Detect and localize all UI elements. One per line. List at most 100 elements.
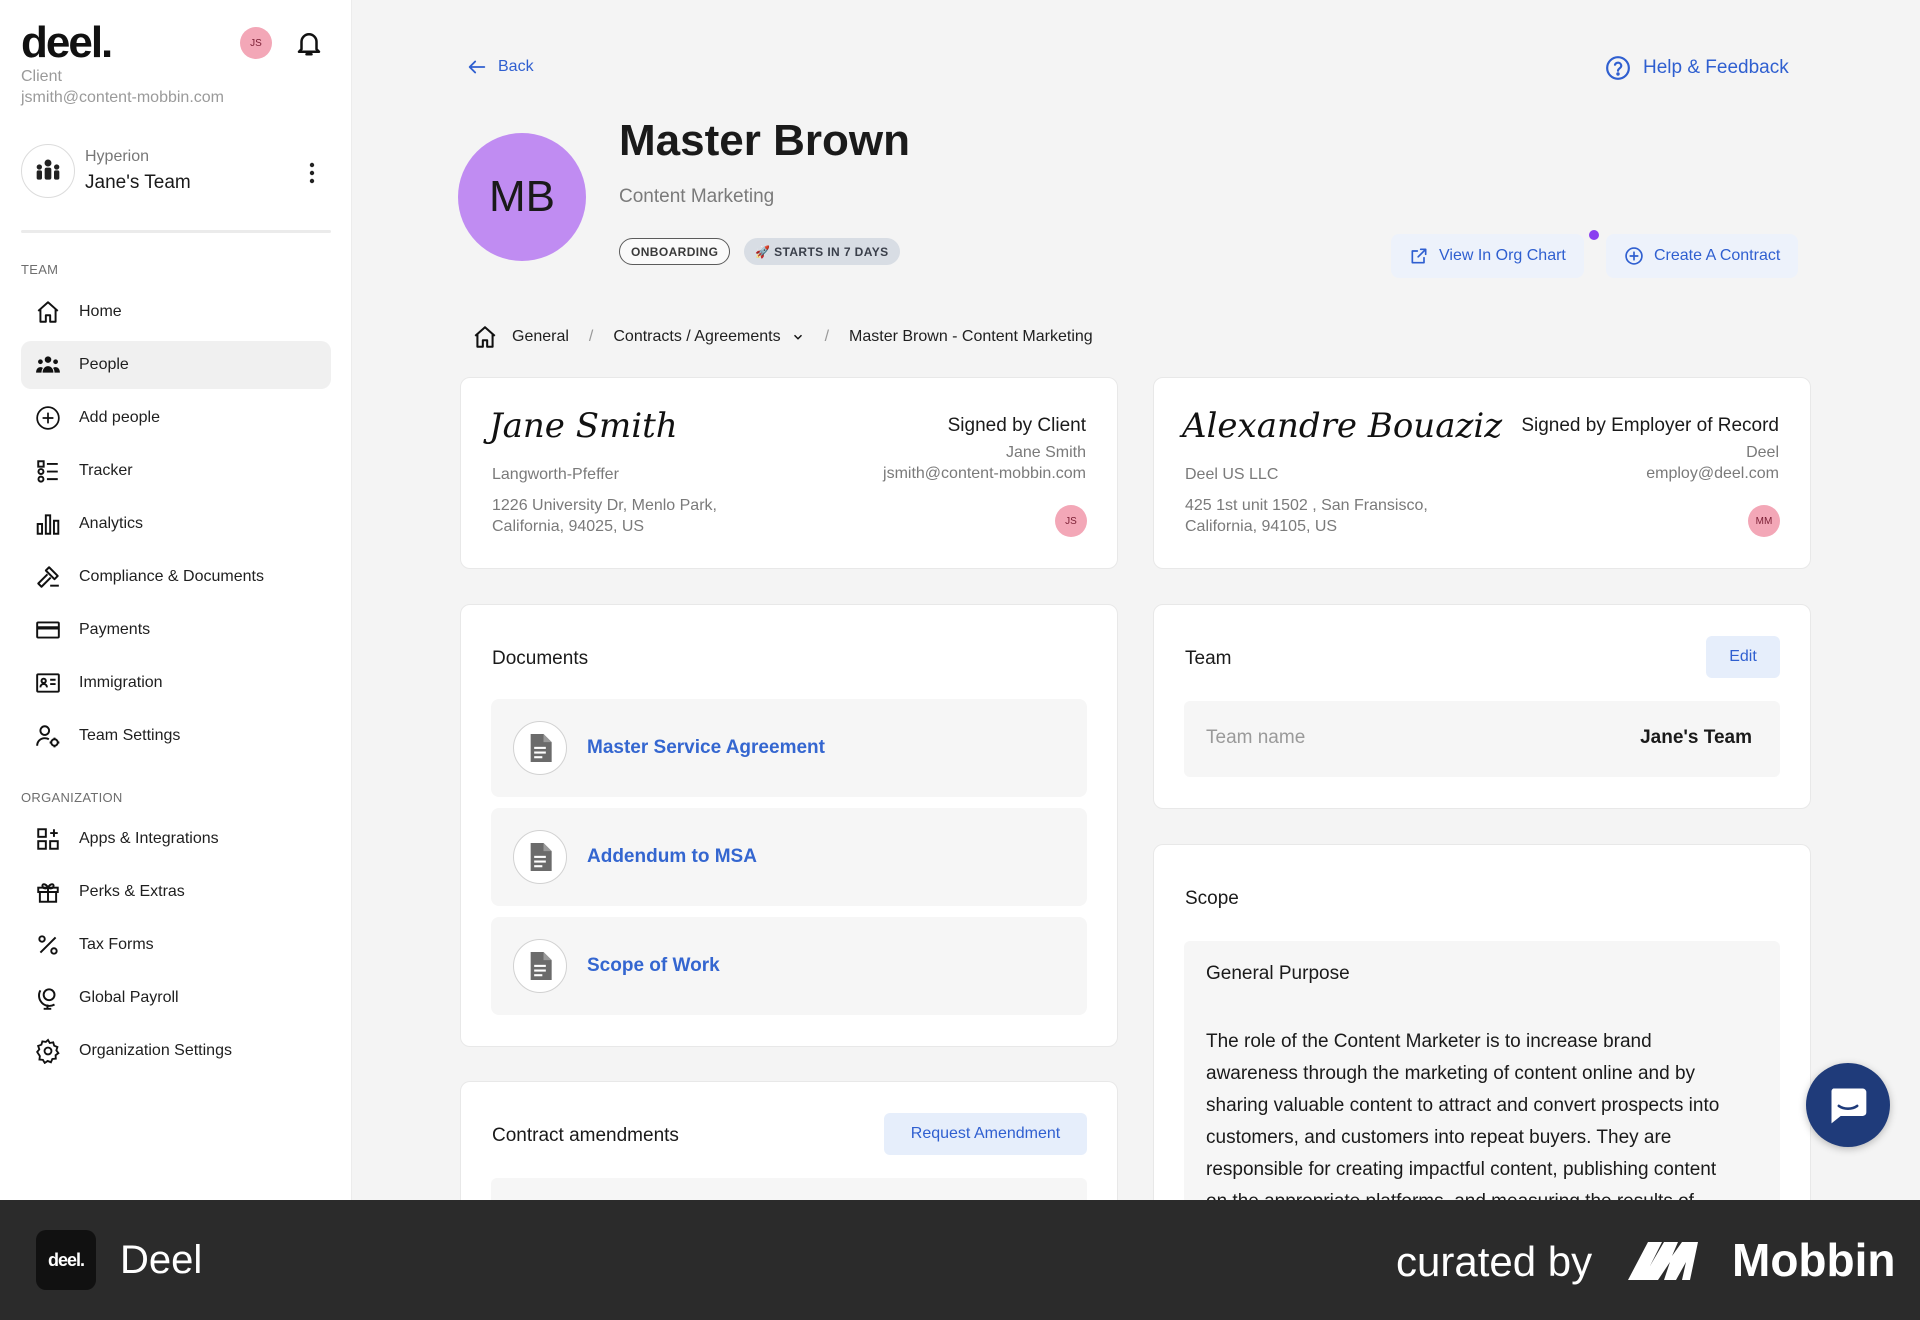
breadcrumb-separator: / xyxy=(588,328,594,345)
sidebar-item-label: Payments xyxy=(79,621,151,638)
eor-signer-avatar: MM xyxy=(1748,505,1780,537)
notification-dot xyxy=(1589,230,1599,240)
sidebar-item-label: Perks & Extras xyxy=(79,883,185,900)
eor-address-line2: California, 94105, US xyxy=(1185,518,1338,535)
scope-line: The role of the Content Marketer is to i… xyxy=(1206,1031,1652,1052)
breadcrumb-current: Master Brown - Content Marketing xyxy=(849,328,1093,345)
sidebar-item-label: Add people xyxy=(79,409,160,426)
help-circle-icon xyxy=(1606,56,1630,80)
breadcrumb-contracts[interactable]: Contracts / Agreements xyxy=(613,328,780,346)
user-gear-icon xyxy=(36,725,60,748)
client-signer-avatar: JS xyxy=(1055,505,1087,537)
view-org-chart-label: View In Org Chart xyxy=(1439,247,1566,264)
sidebar-item-team-settings[interactable]: Team Settings xyxy=(21,712,331,760)
account-role: Client xyxy=(21,68,62,85)
sidebar-item-compliance[interactable]: Compliance & Documents xyxy=(21,553,331,601)
documents-title: Documents xyxy=(492,648,589,669)
user-avatar[interactable]: JS xyxy=(240,27,272,59)
sidebar-item-people[interactable]: People xyxy=(21,341,331,389)
document-icon xyxy=(513,721,567,775)
document-title: Master Service Agreement xyxy=(587,737,825,758)
team-logo-icon xyxy=(21,144,75,198)
document-title: Scope of Work xyxy=(587,955,720,976)
client-address-line2: California, 94025, US xyxy=(492,518,645,535)
sidebar-item-label: Apps & Integrations xyxy=(79,830,219,847)
sidebar-item-label: Team Settings xyxy=(79,727,181,744)
percent-icon xyxy=(38,935,58,955)
mobbin-logo-icon xyxy=(1628,1242,1698,1280)
team-card: Team Edit Team name Jane's Team xyxy=(1153,604,1811,809)
client-signer-email: jsmith@content-mobbin.com xyxy=(883,465,1086,482)
add-circle-icon xyxy=(36,406,60,430)
team-name: Jane's Team xyxy=(85,172,191,193)
eor-signed-label: Signed by Employer of Record xyxy=(1521,415,1779,436)
team-switcher[interactable]: Hyperion Jane's Team xyxy=(21,140,331,204)
document-item[interactable]: Scope of Work xyxy=(491,917,1087,1015)
chevron-down-icon[interactable] xyxy=(791,330,805,344)
document-item[interactable]: Master Service Agreement xyxy=(491,699,1087,797)
add-circle-icon xyxy=(1625,247,1643,265)
document-item[interactable]: Addendum to MSA xyxy=(491,808,1087,906)
account-email: jsmith@content-mobbin.com xyxy=(21,89,224,106)
create-contract-label: Create A Contract xyxy=(1654,247,1781,264)
team-org-name: Hyperion xyxy=(85,148,150,165)
team-name-field: Team name Jane's Team xyxy=(1184,701,1780,777)
people-icon xyxy=(36,356,60,373)
sidebar-item-tracker[interactable]: Tracker xyxy=(21,447,331,495)
scope-line: awareness through the marketing of conte… xyxy=(1206,1063,1696,1084)
scope-line: responsible for creating impactful conte… xyxy=(1206,1159,1717,1180)
sidebar-item-tax-forms[interactable]: Tax Forms xyxy=(21,921,331,969)
team-name-value: Jane's Team xyxy=(1640,727,1752,748)
scope-description: The role of the Content Marketer is to i… xyxy=(1206,1026,1766,1218)
page-title: Master Brown xyxy=(619,116,910,165)
home-icon[interactable] xyxy=(472,324,498,350)
more-vertical-icon[interactable] xyxy=(309,162,315,184)
section-team-label: TEAM xyxy=(21,262,59,277)
sidebar-item-label: Organization Settings xyxy=(79,1042,232,1059)
eor-signer-name: Deel xyxy=(1746,444,1779,461)
apps-grid-icon xyxy=(37,828,59,850)
footer-app-logo: deel. xyxy=(36,1230,96,1290)
client-signed-label: Signed by Client xyxy=(947,415,1086,436)
bell-icon[interactable] xyxy=(294,28,324,58)
sidebar-item-perks[interactable]: Perks & Extras xyxy=(21,868,331,916)
sidebar-item-label: Immigration xyxy=(79,674,163,691)
sidebar-item-analytics[interactable]: Analytics xyxy=(21,500,331,548)
chat-button[interactable] xyxy=(1806,1063,1890,1147)
breadcrumb-general[interactable]: General xyxy=(512,328,569,346)
sidebar-item-global-payroll[interactable]: Global Payroll xyxy=(21,974,331,1022)
sidebar-item-immigration[interactable]: Immigration xyxy=(21,659,331,707)
request-amendment-button[interactable]: Request Amendment xyxy=(884,1113,1087,1155)
footer-curated-by: curated by xyxy=(1396,1238,1593,1285)
view-org-chart-button[interactable]: View In Org Chart xyxy=(1391,234,1584,278)
home-icon xyxy=(37,301,59,323)
gavel-icon xyxy=(37,566,59,588)
client-signature-card: Jane Smith Langworth-Pfeffer 1226 Univer… xyxy=(460,377,1118,569)
tracker-icon xyxy=(37,460,58,483)
external-link-icon xyxy=(1411,248,1427,264)
document-icon xyxy=(513,939,567,993)
deel-logo[interactable]: deel. xyxy=(21,18,113,68)
client-signature: Jane Smith xyxy=(489,406,678,446)
chat-bubble-icon xyxy=(1831,1088,1867,1124)
gear-icon xyxy=(36,1038,60,1064)
help-feedback-link[interactable]: Help & Feedback xyxy=(1605,55,1789,81)
sidebar-item-label: Home xyxy=(79,303,122,320)
footer-brand: Mobbin xyxy=(1732,1234,1896,1286)
back-button[interactable]: Back xyxy=(466,56,534,78)
sidebar: deel. JS Client jsmith@content-mobbin.co… xyxy=(0,0,352,1200)
sidebar-item-label: Global Payroll xyxy=(79,989,179,1006)
sidebar-item-home[interactable]: Home xyxy=(21,288,331,336)
sidebar-item-label: Tax Forms xyxy=(79,936,154,953)
sidebar-item-add-people[interactable]: Add people xyxy=(21,394,331,442)
sidebar-item-org-settings[interactable]: Organization Settings xyxy=(21,1027,331,1075)
scope-line: customers, and customers into repeat buy… xyxy=(1206,1127,1672,1148)
edit-team-button[interactable]: Edit xyxy=(1706,636,1780,678)
bar-chart-icon xyxy=(36,514,60,535)
sidebar-item-payments[interactable]: Payments xyxy=(21,606,331,654)
amendments-title: Contract amendments xyxy=(492,1125,679,1146)
create-contract-button[interactable]: Create A Contract xyxy=(1606,234,1799,278)
sidebar-item-apps[interactable]: Apps & Integrations xyxy=(21,815,331,863)
eor-company: Deel US LLC xyxy=(1185,466,1279,483)
help-label: Help & Feedback xyxy=(1643,57,1789,78)
